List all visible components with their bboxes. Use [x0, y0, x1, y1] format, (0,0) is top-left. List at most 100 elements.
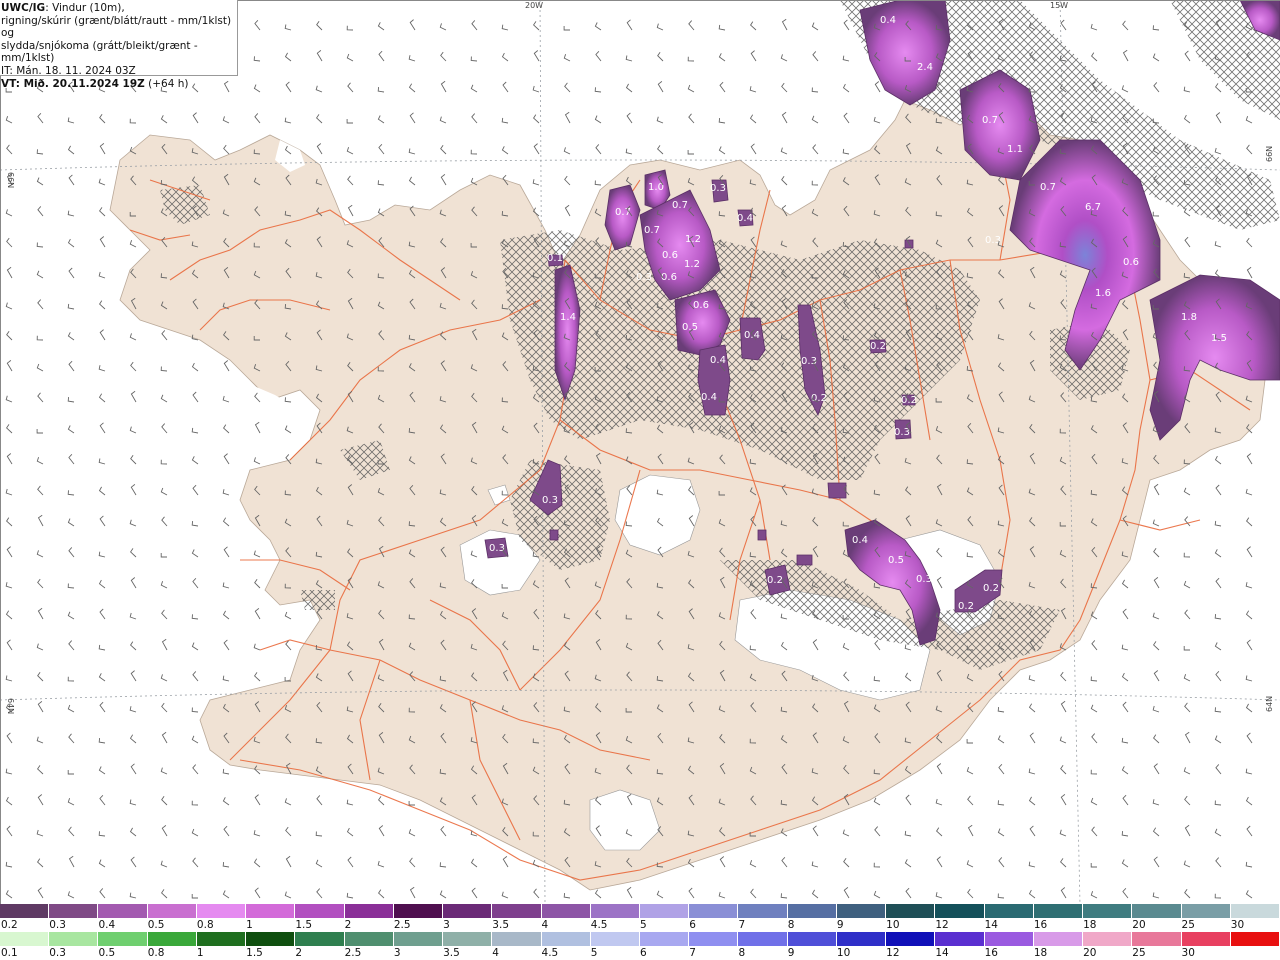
- legend-swatch: [295, 904, 345, 918]
- legend-label: 30: [1230, 919, 1245, 931]
- legend-label: 9: [787, 947, 795, 959]
- legend-label: 1: [196, 947, 204, 959]
- legend-label: 8: [787, 919, 795, 931]
- precip-label: 0.7: [1040, 182, 1056, 193]
- legend-swatch: [295, 932, 345, 946]
- precip-label: 0.6: [661, 272, 677, 283]
- legend-swatch: [590, 932, 640, 946]
- precip-label: 0.7: [982, 115, 998, 126]
- legend-swatch: [1033, 904, 1084, 918]
- lon-label-15w: 15W: [1050, 1, 1068, 10]
- precip-label: 0.3: [636, 272, 652, 283]
- lat-label-66n-left: 66N: [6, 172, 15, 188]
- precip-label: 0.1: [547, 253, 563, 264]
- legend-swatch: [0, 932, 50, 946]
- precip-label: 1.8: [1181, 312, 1197, 323]
- legend-label: 0.3: [49, 947, 66, 959]
- legend-swatch: [1181, 904, 1231, 918]
- precip-label: 0.5: [888, 555, 904, 566]
- legend-rain-colorbar: [0, 932, 1280, 946]
- precip-label: 0.6: [662, 250, 678, 261]
- legend-swatch: [393, 932, 444, 946]
- legend-label: 5: [640, 919, 647, 931]
- legend-swatch: [1132, 932, 1182, 946]
- legend-label: 1: [246, 919, 253, 931]
- legend-swatch: [344, 904, 394, 918]
- legend-label: 0.1: [1, 947, 18, 959]
- lon-label-20w: 20W: [525, 1, 543, 10]
- precip-label: 1.2: [685, 234, 701, 245]
- legend-swatch: [1083, 932, 1133, 946]
- legend-swatch: [984, 904, 1034, 918]
- legend-label: 30: [1181, 947, 1195, 959]
- precip-label: 0.3: [542, 495, 558, 506]
- legend-label: 0.2: [1, 919, 18, 931]
- legend-label: 10: [886, 919, 900, 931]
- legend-swatch: [886, 904, 936, 918]
- legend-label: 4.5: [541, 947, 559, 959]
- precip-label: 0.6: [1123, 257, 1139, 268]
- legend-swatch: [541, 904, 591, 918]
- legend-swatch: [196, 904, 247, 918]
- legend-label: 0.8: [147, 947, 165, 959]
- legend-swatch: [147, 932, 197, 946]
- precip-label: 0.2: [983, 583, 999, 594]
- legend-label: 18: [1083, 919, 1097, 931]
- legend-label: 20: [1083, 947, 1097, 959]
- header-line-3: slydda/snjókoma (grátt/bleikt/grænt - mm…: [1, 39, 198, 65]
- legend-label: 2.5: [344, 947, 362, 959]
- header-line-1-text: : Vindur (10m),: [45, 2, 125, 14]
- legend-label: 0.5: [98, 947, 116, 959]
- legend-label: 9: [836, 919, 844, 931]
- legend-swatch: [984, 932, 1034, 946]
- precip-label: 0.7: [672, 200, 688, 211]
- legend-swatch: [640, 932, 690, 946]
- legend-swatch: [689, 904, 739, 918]
- legend-swatch: [935, 904, 985, 918]
- legend-swatch: [147, 904, 197, 918]
- model-name: UWC/IG: [1, 2, 46, 14]
- legend-label: 25: [1132, 947, 1146, 959]
- legend-label: 12: [935, 919, 949, 931]
- legend-swatch: [98, 904, 148, 918]
- legend-swatch: [492, 904, 542, 918]
- legend-label: 3.5: [492, 919, 509, 931]
- legend-label: 3: [393, 947, 401, 959]
- legend-snow-colorbar: [0, 904, 1280, 918]
- legend-swatch: [1230, 904, 1280, 918]
- legend-label: 2.5: [393, 919, 411, 931]
- legend-swatch: [246, 904, 296, 918]
- precip-label: 1.2: [684, 259, 700, 270]
- precip-label: 0.2: [811, 393, 827, 404]
- legend-swatch: [836, 904, 887, 918]
- legend-swatch: [443, 904, 493, 918]
- precip-label: 1.4: [560, 312, 576, 323]
- legend-label: 14: [935, 947, 949, 959]
- valid-time: VT: Mið. 20.11.2024 19Z: [1, 77, 145, 90]
- precip-label: 0.7: [615, 207, 631, 218]
- legend-swatch: [1033, 932, 1084, 946]
- legend-swatch: [935, 932, 985, 946]
- legend-swatch: [689, 932, 739, 946]
- legend-swatch: [787, 932, 837, 946]
- legend-label: 7: [738, 919, 746, 931]
- lat-label-66n-right: 66N: [1265, 146, 1274, 162]
- precip-label: 2.4: [917, 62, 933, 73]
- legend-swatch: [738, 904, 788, 918]
- legend-label: 0.5: [147, 919, 165, 931]
- legend-swatch: [0, 904, 50, 918]
- legend-label: 1.5: [246, 947, 263, 959]
- legend-label: 25: [1181, 919, 1195, 931]
- header-line-1: UWC/IG: Vindur (10m),: [1, 2, 237, 15]
- legend-label: 18: [1033, 947, 1048, 959]
- legend-label: 7: [689, 947, 696, 959]
- legend-label: 0.3: [49, 919, 66, 931]
- precip-label: 1.5: [1211, 333, 1227, 344]
- header-line-2: rigning/skúrir (grænt/blátt/rautt - mm/1…: [1, 14, 232, 40]
- legend-label: 0.8: [196, 919, 214, 931]
- legend-swatch: [787, 904, 837, 918]
- precip-label: 0.4: [737, 213, 753, 224]
- header-line-5: VT: Mið. 20.11.2024 19Z (+64 h): [1, 78, 237, 91]
- precip-label: 1.6: [1095, 288, 1111, 299]
- legend-label: 5: [590, 947, 598, 959]
